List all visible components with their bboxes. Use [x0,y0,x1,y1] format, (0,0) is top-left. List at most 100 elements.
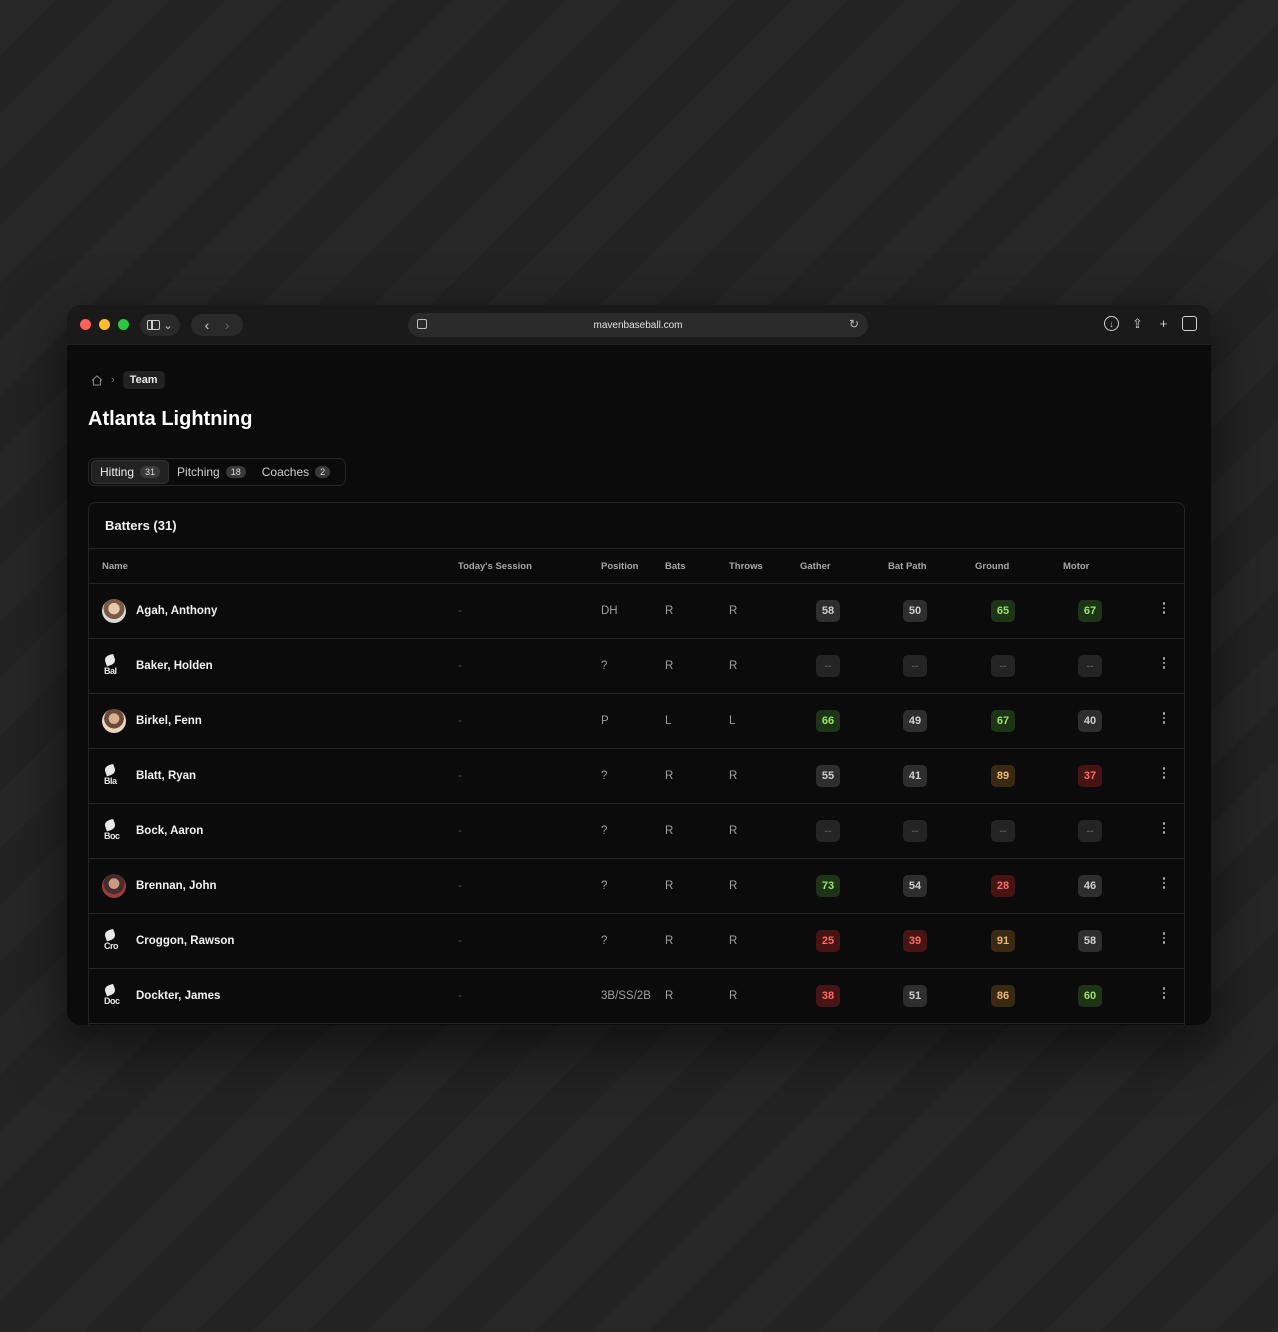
count-badge: 2 [315,466,331,478]
bats-value: R [665,770,674,782]
table-row[interactable]: Boc Bock, Aaron - ? R R -- -- -- -- [89,804,1184,859]
browser-actions: ↓ ⇪ + [1104,316,1197,331]
player-name-cell[interactable]: Brennan, John [102,874,217,898]
column-header-motor[interactable]: Motor [1063,561,1089,572]
row-actions-icon[interactable] [1161,932,1167,944]
home-icon[interactable] [91,374,103,386]
session-value: - [458,825,462,837]
bat-path-score-badge: 49 [903,710,927,732]
throws-value: R [729,935,738,947]
bats-value: R [665,825,674,837]
throws-value: L [729,715,736,727]
tab-label: Hitting [100,465,135,479]
motor-score-badge: -- [1078,820,1102,842]
player-name-cell[interactable]: Cro Croggon, Rawson [102,929,234,953]
player-name-cell[interactable]: Boc Bock, Aaron [102,819,203,843]
table-row[interactable]: Agah, Anthony - DH R R 58 50 65 67 [89,584,1184,639]
column-header-session[interactable]: Today's Session [458,561,532,572]
player-name: Baker, Holden [136,660,213,672]
tab-hitting[interactable]: Hitting 31 [91,460,170,484]
new-tab-icon[interactable]: + [1156,316,1171,331]
ground-score-badge: 28 [991,875,1015,897]
row-actions-icon[interactable] [1161,987,1167,999]
column-header-ground[interactable]: Ground [975,561,1009,572]
bats-value: R [665,880,674,892]
player-name-cell[interactable]: Doc Dockter, James [102,984,220,1008]
downloads-icon[interactable]: ↓ [1104,316,1119,331]
url-text: mavenbaseball.com [593,319,683,331]
broken-image-icon [103,984,117,997]
batters-card: Batters (31) Name Today's Session Positi… [88,502,1185,1025]
session-value: - [458,715,462,727]
bat-path-score-badge: -- [903,820,927,842]
table-row[interactable]: Bal Baker, Holden - ? R R -- -- -- -- [89,639,1184,694]
address-bar[interactable]: mavenbaseball.com ↻ [408,313,868,337]
row-actions-icon[interactable] [1161,712,1167,724]
card-title: Batters (31) [89,503,1184,549]
column-header-bats[interactable]: Bats [665,561,686,572]
tab-pitching[interactable]: Pitching 18 [169,460,254,484]
row-actions-icon[interactable] [1161,877,1167,889]
breadcrumb-current[interactable]: Team [122,371,165,389]
table-row[interactable]: Brennan, John - ? R R 73 54 28 46 [89,859,1184,914]
position-value: DH [601,605,618,617]
tab-coaches[interactable]: Coaches 2 [254,460,338,484]
close-window-button[interactable] [80,319,91,330]
table-header: Name Today's Session Position Bats Throw… [89,549,1184,584]
row-actions-icon[interactable] [1161,602,1167,614]
ground-score-badge: -- [991,655,1015,677]
motor-score-badge: 58 [1078,930,1102,952]
sidebar-toggle-button[interactable]: ⌄ [140,314,180,336]
page-content: › Team Atlanta Lightning Hitting 31 Pitc… [67,345,1211,1025]
bat-path-score-badge: 50 [903,600,927,622]
bats-value: R [665,660,674,672]
gather-score-badge: -- [816,820,840,842]
position-value: P [601,715,609,727]
column-header-throws[interactable]: Throws [729,561,763,572]
column-header-name[interactable]: Name [102,561,128,572]
window-controls [80,319,129,330]
breadcrumb: › Team [91,371,165,389]
avatar: Doc [102,984,126,1008]
zoom-window-button[interactable] [118,319,129,330]
session-value: - [458,990,462,1002]
gather-score-badge: 58 [816,600,840,622]
player-name-cell[interactable]: Bal Baker, Holden [102,654,213,678]
tab-overview-icon[interactable] [1182,316,1197,331]
forward-button[interactable]: › [225,317,230,333]
column-header-bat-path[interactable]: Bat Path [888,561,927,572]
table-row[interactable]: Bla Blatt, Ryan - ? R R 55 41 89 37 [89,749,1184,804]
table-row[interactable]: Doc Dockter, James - 3B/SS/2B R R 38 51 86… [89,969,1184,1024]
ground-score-badge: 65 [991,600,1015,622]
bat-path-score-badge: 41 [903,765,927,787]
page-settings-icon[interactable] [417,319,427,329]
table-body: Agah, Anthony - DH R R 58 50 65 67 Bal Bake… [89,584,1184,1024]
table-row[interactable]: Cro Croggon, Rawson - ? R R 25 39 91 58 [89,914,1184,969]
share-icon[interactable]: ⇪ [1130,316,1145,331]
player-name-cell[interactable]: Agah, Anthony [102,599,217,623]
avatar: Bla [102,764,126,788]
row-actions-icon[interactable] [1161,767,1167,779]
sidebar-icon [147,320,161,330]
throws-value: R [729,770,738,782]
throws-value: R [729,605,738,617]
table-row[interactable]: Birkel, Fenn - P L L 66 49 67 40 [89,694,1184,749]
ground-score-badge: 67 [991,710,1015,732]
column-header-position[interactable]: Position [601,561,638,572]
player-name-cell[interactable]: Bla Blatt, Ryan [102,764,196,788]
row-actions-icon[interactable] [1161,657,1167,669]
back-button[interactable]: ‹ [205,317,210,333]
player-name: Dockter, James [136,990,221,1002]
reload-icon[interactable]: ↻ [849,317,859,331]
player-name-cell[interactable]: Birkel, Fenn [102,709,202,733]
ground-score-badge: 86 [991,985,1015,1007]
row-actions-icon[interactable] [1161,822,1167,834]
throws-value: R [729,825,738,837]
position-value: ? [601,880,608,892]
column-header-gather[interactable]: Gather [800,561,831,572]
throws-value: R [729,990,738,1002]
session-value: - [458,770,462,782]
minimize-window-button[interactable] [99,319,110,330]
browser-toolbar: ⌄ ‹ › mavenbaseball.com ↻ ↓ ⇪ + [67,305,1211,345]
session-value: - [458,880,462,892]
